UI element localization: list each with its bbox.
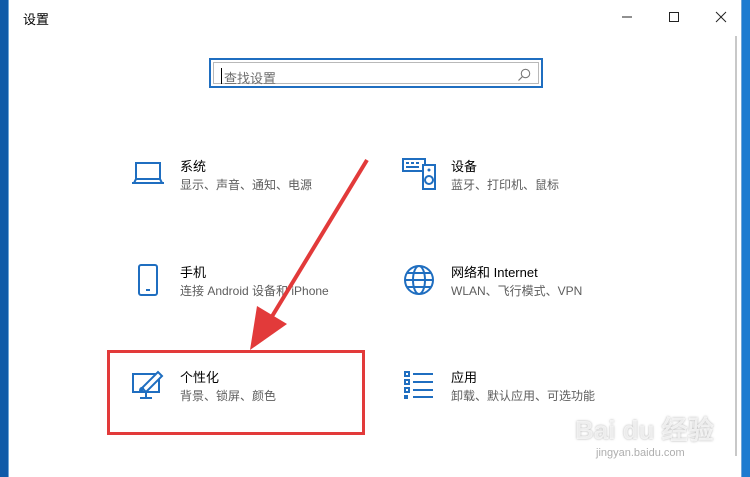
- minimize-icon: [622, 16, 632, 18]
- category-name: 网络和 Internet: [451, 265, 538, 280]
- scrollbar[interactable]: [735, 36, 737, 456]
- category-description: 连接 Android 设备和 iPhone: [180, 284, 329, 298]
- category-description: WLAN、飞行模式、VPN: [451, 284, 583, 298]
- search-icon[interactable]: [516, 67, 532, 83]
- globe-icon: [401, 262, 437, 298]
- category-name: 个性化: [180, 370, 220, 385]
- category-name: 手机: [180, 265, 207, 280]
- maximize-icon: [669, 12, 679, 22]
- personalization-brush-icon: [130, 367, 166, 403]
- category-name: 应用: [451, 370, 478, 385]
- category-phone[interactable]: 手机 连接 Android 设备和 iPhone: [130, 262, 360, 332]
- search-box[interactable]: 查找设置: [209, 58, 543, 88]
- close-icon: [715, 11, 727, 23]
- search-placeholder: 查找设置: [224, 71, 277, 86]
- search-input[interactable]: 查找设置: [213, 62, 539, 86]
- window-title: 设置: [23, 12, 50, 27]
- laptop-icon: [130, 156, 166, 192]
- category-description: 卸载、默认应用、可选功能: [451, 389, 596, 403]
- category-description: 背景、锁屏、颜色: [180, 389, 277, 403]
- close-button[interactable]: [697, 0, 745, 34]
- title-bar: 设置: [9, 0, 741, 34]
- watermark-logo: Bai du 经验: [575, 415, 714, 445]
- text-caret: [221, 68, 222, 84]
- category-network[interactable]: 网络和 Internet WLAN、飞行模式、VPN: [401, 262, 631, 332]
- settings-window: 设置 查找设置 系统 显示、声音、通知、电源 设备 蓝牙、打印机、鼠标 手机 连…: [8, 0, 742, 477]
- phone-icon: [130, 262, 166, 298]
- category-name: 设备: [451, 159, 478, 174]
- category-name: 系统: [180, 159, 207, 174]
- category-system[interactable]: 系统 显示、声音、通知、电源: [130, 156, 360, 226]
- category-description: 蓝牙、打印机、鼠标: [451, 178, 560, 192]
- keyboard-device-icon: [401, 156, 437, 192]
- category-devices[interactable]: 设备 蓝牙、打印机、鼠标: [401, 156, 631, 226]
- minimize-button[interactable]: [603, 0, 651, 34]
- apps-list-icon: [401, 367, 437, 403]
- category-personalization[interactable]: 个性化 背景、锁屏、颜色: [130, 367, 360, 437]
- category-description: 显示、声音、通知、电源: [180, 178, 313, 192]
- maximize-button[interactable]: [650, 0, 698, 34]
- watermark-url: jingyan.baidu.com: [596, 447, 685, 459]
